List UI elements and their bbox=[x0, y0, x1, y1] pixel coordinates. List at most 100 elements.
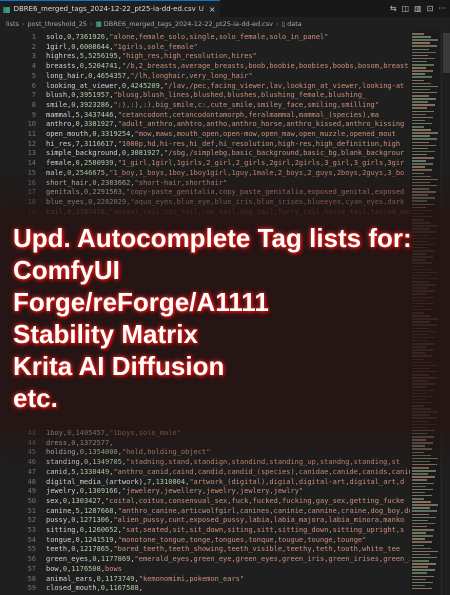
tag-aliases: "kemonomimi,pokemon_ears" bbox=[138, 574, 245, 583]
minimap-line bbox=[412, 513, 429, 515]
code-line: 13 simple_background,0,3081927,"/sbg,/sim… bbox=[0, 149, 410, 159]
minimap-line bbox=[412, 504, 438, 506]
minimap-line bbox=[412, 541, 432, 543]
tag-count: 2291563 bbox=[92, 188, 122, 197]
minimap-line bbox=[412, 175, 431, 178]
tag-name: anthro bbox=[46, 120, 72, 129]
code-line: 48 digital_media_(artwork),7,1310804,"art… bbox=[0, 478, 410, 488]
line-content: breasts,0,5204741,"/b,2_breasts,average_… bbox=[46, 62, 408, 72]
tag-name: canine bbox=[46, 506, 72, 515]
line-number: 52 bbox=[27, 516, 36, 525]
scrollbar-thumb[interactable] bbox=[443, 33, 450, 73]
tag-aliases: "/sbg,/simplebg,basic_background,basic_b… bbox=[164, 149, 405, 158]
tag-count: 1217865 bbox=[79, 545, 110, 554]
minimap-line bbox=[412, 556, 437, 559]
minimap-line bbox=[412, 169, 432, 171]
tag-aliases: "/b,2_breasts,average_breasts,boob,boobi… bbox=[121, 62, 409, 71]
code-line: 9 mammal,5,3437446,"cetancodont,cetancodo… bbox=[0, 111, 410, 121]
minimap-line bbox=[412, 566, 428, 568]
lock-icon[interactable]: ⊡ bbox=[427, 4, 434, 13]
code-line: 53 sitting,0,1260652,"sat,seated,sit,sit_… bbox=[0, 526, 410, 536]
minimap-line bbox=[412, 39, 438, 41]
line-content: 1boy,0,1405457,"1boys,sole_male" bbox=[46, 429, 181, 439]
tag-count: 3116617 bbox=[83, 139, 114, 148]
minimap-line bbox=[412, 119, 425, 122]
tag-count: 3923286 bbox=[79, 100, 110, 109]
tag-aliases: "mow,maws,mouth_open,open-mow,open_maw,o… bbox=[134, 130, 396, 138]
code-line: 12 hi_res,7,3116617,"1080p,hd,hi-res,hi_d… bbox=[0, 140, 410, 150]
headline-line: ComfyUI bbox=[13, 255, 120, 285]
tag-count: 1330449 bbox=[79, 467, 110, 476]
csv-file-icon: ▦ bbox=[95, 19, 102, 28]
minimap-line bbox=[412, 479, 427, 481]
editor-tab[interactable]: ▦ DBRE6_merged_tags_2024-12-22_pt25-ia-d… bbox=[0, 0, 220, 17]
line-number: 10 bbox=[27, 120, 36, 129]
line-content: animal_ears,0,1173749,"kemonomimi,pokemo… bbox=[46, 575, 244, 585]
code-line: 47 canid,5,1330449,"anthro_canid,caind,ca… bbox=[0, 468, 410, 478]
minimap-line bbox=[412, 48, 429, 50]
code-line: 49 jewelry,0,1309166,"jewelery,jewellery,… bbox=[0, 487, 410, 497]
minimap-line bbox=[412, 538, 425, 540]
tag-name: sitting bbox=[46, 526, 76, 534]
promo-headline: Upd. Autocomplete Tag lists for: ComfyUI F… bbox=[13, 222, 450, 414]
minimap-line bbox=[412, 467, 429, 469]
tag-aliases: "aqua_eyes,blue_eye,blue_iris,blue_irise… bbox=[130, 197, 405, 206]
minimap-line bbox=[412, 553, 430, 556]
minimap-line bbox=[412, 451, 424, 453]
breadcrumb-item-lists[interactable]: lists bbox=[6, 20, 19, 28]
tag-aliases: "coital,coitus,consensual_sex,fuck,fucke… bbox=[105, 496, 405, 505]
minimap-line bbox=[412, 82, 431, 85]
breadcrumb-item-folder[interactable]: post_threshold_25 bbox=[28, 20, 87, 28]
open-changes-icon[interactable]: ⇆ bbox=[390, 4, 397, 13]
minimap-line bbox=[412, 470, 436, 472]
minimap-line bbox=[412, 448, 432, 450]
headline-line: etc. bbox=[13, 383, 58, 413]
minimap-line bbox=[412, 485, 426, 488]
minimap-line bbox=[412, 507, 430, 509]
line-content: long_hair,0,4654357,"/lh,longhair,very_l… bbox=[46, 72, 253, 82]
code-line: 46 standing,0,1349705,"stadning,stand,sta… bbox=[0, 458, 410, 468]
code-line: 10 anthro,0,3381927,"adult_anthro,anhtro,… bbox=[0, 120, 410, 130]
minimap-line bbox=[412, 163, 433, 165]
minimap-line bbox=[412, 85, 438, 88]
line-number: 55 bbox=[27, 545, 36, 554]
line-number: 44 bbox=[27, 438, 36, 447]
minimap-line bbox=[412, 522, 435, 525]
tag-aliases: bows bbox=[105, 564, 122, 573]
code-line: 6 looking_at_viewer,0,4245209,"/lav,/pec,… bbox=[0, 82, 410, 92]
tag-count: 7361926 bbox=[75, 33, 106, 41]
minimap-line bbox=[412, 178, 438, 181]
breadcrumb-item-file[interactable]: DBRE6_merged_tags_2024-12-22_pt25-ia-dd-… bbox=[104, 20, 273, 28]
minimap-line bbox=[412, 166, 425, 168]
code-line: 3 highres,5,5256195,"high_res,high_resolu… bbox=[0, 52, 410, 62]
line-number: 47 bbox=[27, 467, 36, 476]
code-line: 11 open_mouth,0,3319254,"mow,maws,mouth_o… bbox=[0, 130, 410, 140]
tag-count: 2580939 bbox=[83, 159, 114, 168]
tag-name: blush bbox=[46, 91, 68, 100]
separator: , bbox=[109, 438, 114, 447]
close-tab-icon[interactable]: × bbox=[209, 5, 216, 14]
line-number: 5 bbox=[31, 71, 36, 80]
line-content: simple_background,0,3081927,"/sbg,/simpl… bbox=[46, 149, 404, 159]
minimap-line bbox=[412, 122, 432, 125]
minimap-line bbox=[412, 129, 431, 131]
tag-name: solo bbox=[46, 33, 63, 41]
minimap-line bbox=[412, 132, 438, 134]
line-number: 43 bbox=[27, 429, 36, 437]
tag-count: 1309166 bbox=[88, 487, 118, 496]
more-actions-icon[interactable]: ··· bbox=[438, 4, 446, 13]
tag-count: 2546675 bbox=[75, 168, 106, 177]
code-line: 18 blue_eyes,0,2282029,"aqua_eyes,blue_ey… bbox=[0, 198, 410, 208]
tag-count: 1354000 bbox=[88, 448, 118, 457]
breadcrumb-item-data[interactable]: data bbox=[287, 20, 302, 28]
split-editor-icon[interactable]: ▥ bbox=[414, 4, 422, 13]
tag-count: 1372577 bbox=[79, 438, 110, 447]
line-number: 11 bbox=[27, 130, 36, 138]
preview-icon[interactable]: ◫ bbox=[402, 4, 410, 13]
tag-aliases: "1boys,sole_male" bbox=[109, 429, 181, 437]
minimap-line bbox=[412, 181, 430, 184]
tag-name: animal_ears bbox=[46, 574, 93, 583]
minimap-line bbox=[412, 104, 435, 106]
minimap-line bbox=[412, 70, 433, 72]
tag-aliases: "1_girl,1girl,1girls,2_girl,2_girls,2gir… bbox=[117, 159, 405, 168]
